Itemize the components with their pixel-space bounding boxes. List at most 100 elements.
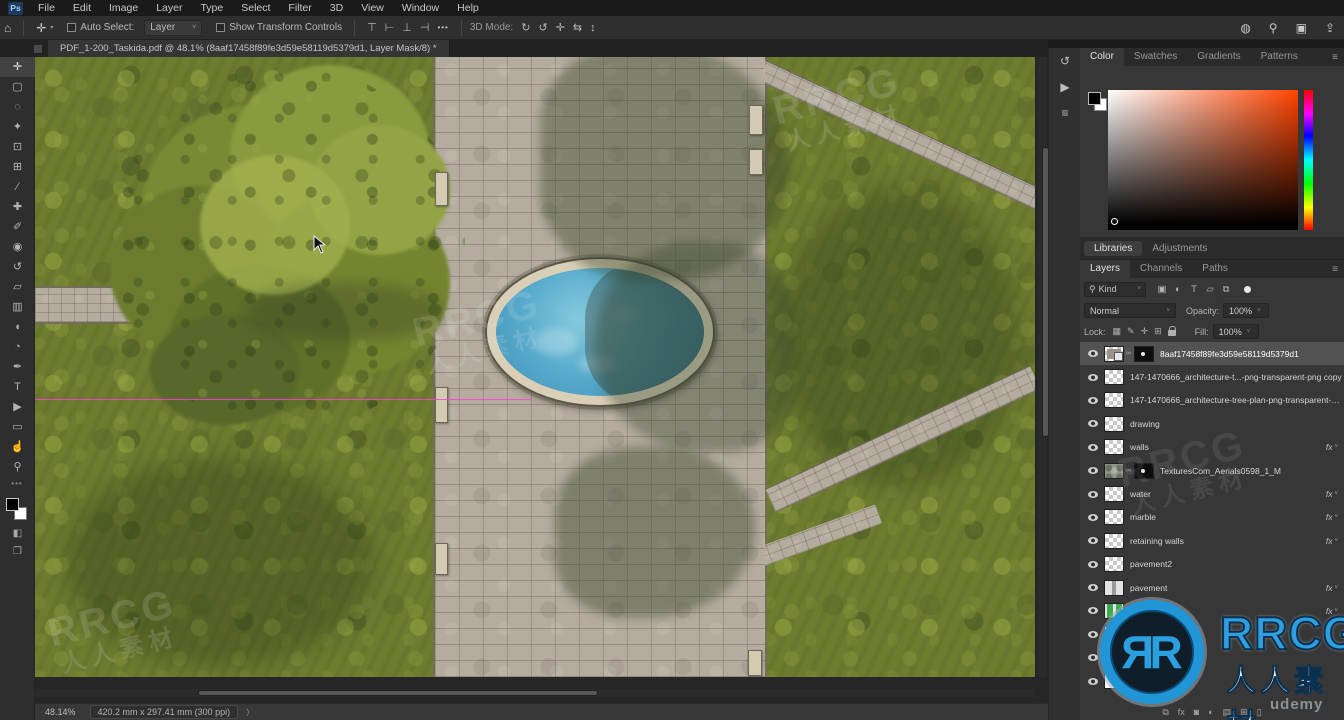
- layer-name[interactable]: basement: [1130, 629, 1344, 639]
- hue-slider[interactable]: [1304, 90, 1313, 230]
- layers-bottom-icon[interactable]: ▯: [1257, 707, 1262, 718]
- foreground-color-swatch[interactable]: [6, 498, 19, 511]
- layer-name[interactable]: drawing: [1130, 419, 1344, 429]
- layer-visibility-toggle[interactable]: [1085, 350, 1101, 358]
- tab-layers[interactable]: Layers: [1080, 260, 1131, 278]
- history-icon[interactable]: ↺: [1049, 48, 1081, 74]
- document-tab[interactable]: PDF_1-200_Taskida.pdf @ 48.1% (8aaf17458…: [48, 40, 450, 57]
- tab-adjustments[interactable]: Adjustments: [1142, 241, 1217, 256]
- layer-row[interactable]: green areas fx ˅: [1080, 599, 1344, 622]
- layer-name[interactable]: TexturesCom_Aerials0598_1_M: [1160, 466, 1344, 476]
- auto-select-checkbox[interactable]: [67, 23, 77, 32]
- menu-layer[interactable]: Layer: [147, 0, 191, 16]
- blend-mode-dropdown[interactable]: Normal ˅: [1084, 303, 1176, 318]
- tab-libraries[interactable]: Libraries: [1084, 241, 1143, 256]
- zoom-tool[interactable]: ⚲: [0, 457, 35, 477]
- home-icon[interactable]: ⌂: [4, 21, 11, 35]
- menu-select[interactable]: Select: [232, 0, 279, 16]
- menu-help[interactable]: Help: [448, 0, 488, 16]
- type-tool[interactable]: T: [0, 377, 35, 397]
- layer-mask-thumbnail[interactable]: [1134, 462, 1154, 479]
- layer-thumbnail[interactable]: [1104, 392, 1124, 409]
- layer-name[interactable]: 147-1470666_architecture-tree-plan-png-t…: [1130, 395, 1344, 405]
- menu-file[interactable]: File: [29, 0, 64, 16]
- mode-3d-icon[interactable]: ↻: [521, 21, 530, 34]
- eyedropper-tool[interactable]: ∕: [0, 177, 35, 197]
- fx-badge[interactable]: fx: [1326, 536, 1333, 546]
- menu-view[interactable]: View: [352, 0, 393, 16]
- layer-name[interactable]: pavement2: [1130, 559, 1344, 569]
- layer-name[interactable]: green areas: [1130, 606, 1326, 616]
- show-transform-checkbox[interactable]: [216, 23, 226, 32]
- fx-badge[interactable]: fx: [1326, 512, 1333, 522]
- layer-filter-icon[interactable]: ⧉: [1218, 284, 1234, 295]
- layer-row[interactable]: pavement fx ˅: [1080, 576, 1344, 599]
- layer-row[interactable]: basement: [1080, 623, 1344, 646]
- layer-visibility-toggle[interactable]: [1085, 677, 1101, 685]
- layer-name[interactable]: Background: [1130, 676, 1344, 686]
- crop-tool[interactable]: ⊡: [0, 137, 35, 157]
- actions-icon[interactable]: ▶: [1049, 74, 1081, 100]
- fx-chevron-icon[interactable]: ˅: [1334, 491, 1338, 497]
- tab-color[interactable]: Color: [1080, 48, 1124, 66]
- eraser-tool[interactable]: ▱: [0, 277, 35, 297]
- menu-image[interactable]: Image: [100, 0, 147, 16]
- menu-3d[interactable]: 3D: [321, 0, 352, 16]
- layer-thumbnail[interactable]: [1104, 673, 1124, 690]
- align-icon[interactable]: ⊤: [367, 21, 377, 34]
- tab-paths[interactable]: Paths: [1192, 260, 1238, 278]
- color-swatches[interactable]: [0, 495, 35, 525]
- filter-toggle-icon[interactable]: [1244, 285, 1251, 293]
- fx-badge[interactable]: fx: [1326, 583, 1333, 593]
- layers-bottom-icon[interactable]: ◙: [1194, 707, 1199, 718]
- screen-mode-icon[interactable]: ❐: [0, 543, 35, 561]
- edit-toolbar-icon[interactable]: •••: [0, 477, 34, 491]
- search-icon[interactable]: ⚲: [1269, 21, 1278, 35]
- layer-row[interactable]: 147-1470666_architecture-tree-plan-png-t…: [1080, 389, 1344, 412]
- layer-filter-icon[interactable]: ▣: [1154, 284, 1170, 295]
- layer-thumbnail[interactable]: [1104, 532, 1124, 549]
- layer-name[interactable]: water: [1130, 489, 1326, 499]
- layer-row[interactable]: ∞ 8aaf17458f89fe3d59e58119d5379d1: [1080, 342, 1344, 366]
- layer-filter-icon[interactable]: T: [1186, 284, 1202, 295]
- layer-row[interactable]: water fx ˅: [1080, 482, 1344, 505]
- panel-menu-icon[interactable]: ≡: [1332, 52, 1338, 63]
- layer-row[interactable]: retaining walls fx ˅: [1080, 529, 1344, 552]
- layer-visibility-toggle[interactable]: [1085, 420, 1101, 428]
- layer-name[interactable]: elevation: [1130, 653, 1344, 663]
- document-image[interactable]: RRCG人人素材 RRCG人人素材 RRCG人人素材: [35, 57, 1035, 677]
- lasso-tool[interactable]: ◌: [0, 97, 35, 117]
- move-tool[interactable]: ✛: [0, 57, 35, 77]
- share-icon[interactable]: ⇪: [1325, 21, 1335, 35]
- layer-thumbnail[interactable]: [1104, 369, 1124, 386]
- layer-name[interactable]: 8aaf17458f89fe3d59e58119d5379d1: [1160, 349, 1344, 359]
- layer-row[interactable]: drawing: [1080, 412, 1344, 435]
- more-options-icon[interactable]: •••: [437, 23, 448, 32]
- layer-visibility-toggle[interactable]: [1085, 607, 1101, 615]
- layer-visibility-toggle[interactable]: [1085, 373, 1101, 381]
- menu-type[interactable]: Type: [191, 0, 232, 16]
- quick-selection-tool[interactable]: ✦: [0, 117, 35, 137]
- layer-row[interactable]: walls fx ˅: [1080, 436, 1344, 459]
- gradient-tool[interactable]: ▥: [0, 297, 35, 317]
- layers-bottom-icon[interactable]: ⊞: [1240, 707, 1248, 718]
- color-picker-marker[interactable]: [1111, 218, 1118, 225]
- tab-gradients[interactable]: Gradients: [1187, 48, 1250, 66]
- rectangle-tool[interactable]: ▭: [0, 417, 35, 437]
- layer-thumbnail[interactable]: [1104, 626, 1124, 643]
- pen-tool[interactable]: ✒: [0, 357, 35, 377]
- align-icon[interactable]: ⊥: [402, 21, 412, 34]
- fx-chevron-icon[interactable]: ˅: [1334, 444, 1338, 450]
- layer-row[interactable]: pavement2: [1080, 553, 1344, 576]
- layer-row[interactable]: 147-1470666_architecture-t...-png-transp…: [1080, 365, 1344, 388]
- lock-icon[interactable]: ▦: [1113, 326, 1122, 337]
- tab-swatches[interactable]: Swatches: [1124, 48, 1187, 66]
- auto-select-target-dropdown[interactable]: Layer ˅: [144, 19, 203, 36]
- panel-menu-icon[interactable]: ≡: [1332, 264, 1338, 275]
- layer-visibility-toggle[interactable]: [1085, 537, 1101, 545]
- menu-edit[interactable]: Edit: [64, 0, 100, 16]
- layer-filter-icon[interactable]: ◐: [1170, 284, 1186, 295]
- tab-channels[interactable]: Channels: [1130, 260, 1192, 278]
- history-brush-tool[interactable]: ↺: [0, 257, 35, 277]
- canvas-area[interactable]: RRCG人人素材 RRCG人人素材 RRCG人人素材: [35, 57, 1048, 703]
